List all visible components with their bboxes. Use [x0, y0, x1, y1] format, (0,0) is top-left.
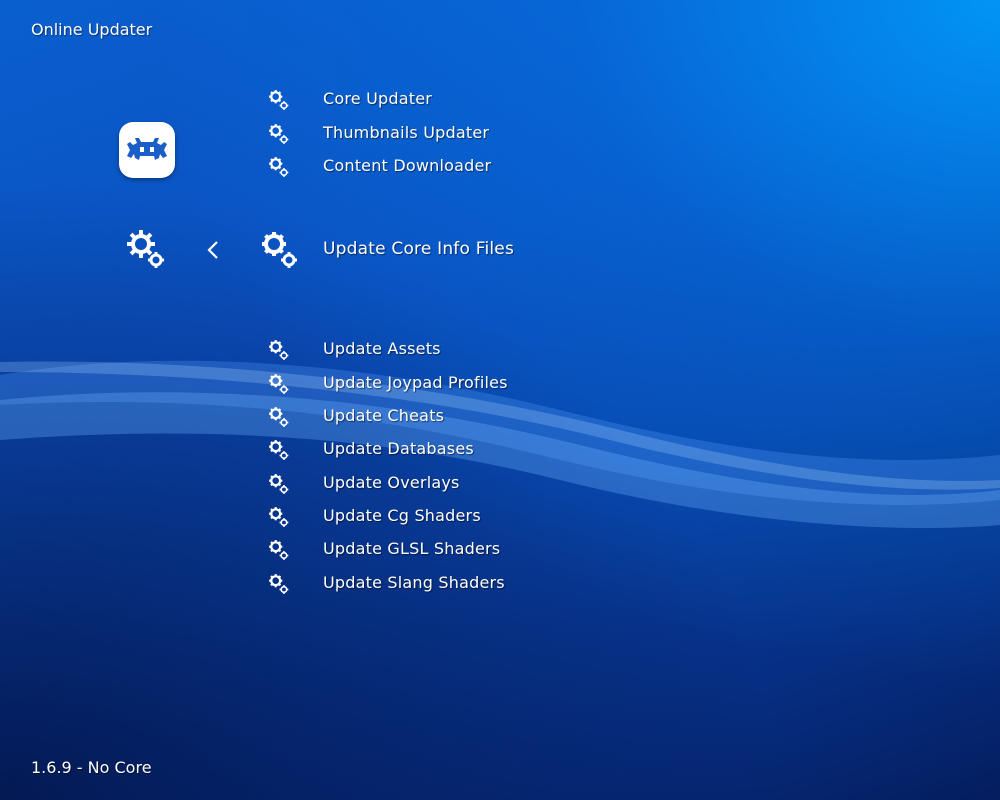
menu-item-label: Thumbnails Updater [323, 123, 490, 142]
gear-icon [260, 230, 300, 270]
menu-item-update-glsl-shaders[interactable]: Update GLSL Shaders [268, 536, 768, 566]
menu-item-label: Update Core Info Files [323, 239, 515, 259]
menu-item-label: Update GLSL Shaders [323, 539, 501, 558]
menu-item-update-databases[interactable]: Update Databases [268, 436, 768, 466]
menu-item-label: Update Cg Shaders [323, 506, 481, 525]
menu-item-update-assets[interactable]: Update Assets [268, 336, 768, 366]
retroarch-logo [119, 122, 175, 178]
settings-gear-icon [127, 230, 164, 268]
menu-item-label: Update Cheats [323, 406, 445, 425]
menu-item-update-cheats[interactable]: Update Cheats [268, 403, 768, 433]
gear-icon [268, 123, 290, 145]
menu-item-label: Update Joypad Profiles [323, 373, 508, 392]
menu-item-label: Content Downloader [323, 156, 492, 175]
menu-item-label: Update Assets [323, 339, 441, 358]
menu-item-update-overlays[interactable]: Update Overlays [268, 470, 768, 500]
back-arrow-icon[interactable] [204, 240, 222, 260]
menu-item-update-slang-shaders[interactable]: Update Slang Shaders [268, 570, 768, 600]
menu-item-update-core-info-files[interactable]: Update Core Info Files [262, 230, 768, 280]
retroarch-logo-icon [127, 138, 167, 160]
gear-icon [268, 156, 290, 178]
gear-icon [268, 339, 290, 361]
menu-item-label: Core Updater [323, 89, 433, 108]
menu-item-content-downloader[interactable]: Content Downloader [268, 153, 768, 183]
menu-item-core-updater[interactable]: Core Updater [268, 86, 768, 116]
menu-item-update-joypad-profiles[interactable]: Update Joypad Profiles [268, 370, 768, 400]
menu-item-label: Update Overlays [323, 473, 460, 492]
gear-icon [268, 506, 290, 528]
gear-icon [268, 473, 290, 495]
version-status: 1.6.9 - No Core [31, 758, 152, 777]
menu-item-label: Update Slang Shaders [323, 573, 505, 592]
gear-icon [268, 573, 290, 595]
gear-icon [268, 373, 290, 395]
menu-item-update-cg-shaders[interactable]: Update Cg Shaders [268, 503, 768, 533]
menu-item-thumbnails-updater[interactable]: Thumbnails Updater [268, 120, 768, 150]
gear-icon [268, 439, 290, 461]
gear-icon [268, 406, 290, 428]
menu-item-label: Update Databases [323, 439, 474, 458]
page-title: Online Updater [31, 20, 153, 39]
gear-icon [268, 539, 290, 561]
gear-icon [268, 89, 290, 111]
